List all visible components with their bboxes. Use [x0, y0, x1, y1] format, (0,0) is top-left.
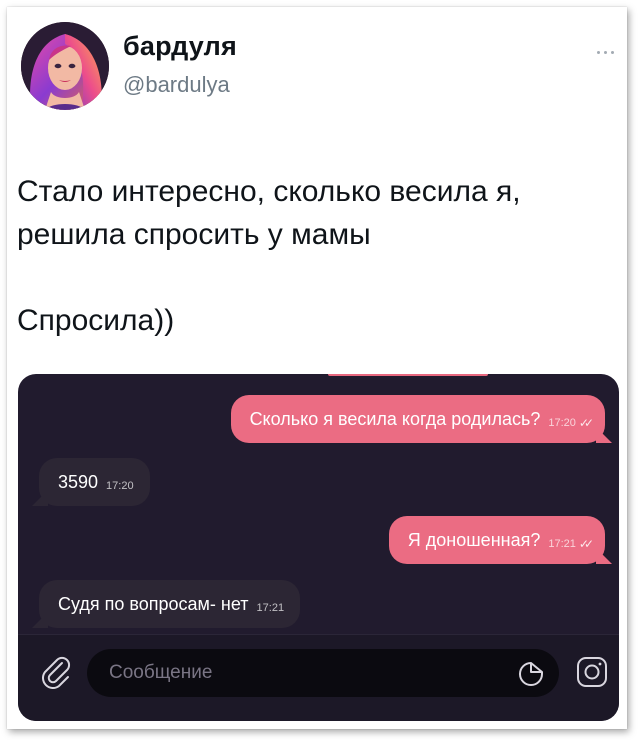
message-time: 17:20	[548, 417, 576, 429]
more-options-icon[interactable]	[591, 45, 619, 59]
tweet-line: Стало интересно, сколько весила я,	[17, 175, 521, 208]
tweet-text: Стало интересно, сколько весила я, решил…	[17, 170, 617, 342]
camera-icon[interactable]	[575, 655, 609, 689]
double-check-icon: ✓✓	[578, 537, 594, 551]
message-bubble-incoming[interactable]: Судя по вопросам- нет 17:21	[39, 580, 301, 628]
message-bubble-incoming[interactable]: 3590 17:20	[39, 458, 150, 506]
chat-screenshot: Сколько я весила когда родилась? 17:20 ✓…	[18, 374, 619, 721]
message-text: Сколько я весила когда родилась?	[249, 408, 541, 429]
message-time: 17:21	[548, 538, 576, 550]
avatar-illustration	[21, 22, 109, 110]
message-text: Судя по вопросам- нет	[58, 593, 249, 614]
message-input[interactable]	[87, 649, 559, 697]
tweet-line: Спросила))	[17, 304, 175, 337]
avatar[interactable]	[21, 22, 109, 110]
tweet-line: решила спросить у мамы	[17, 218, 371, 251]
sticker-icon[interactable]	[518, 661, 544, 687]
message-text: Я доношенная?	[407, 529, 541, 550]
message-text: 3590	[58, 471, 99, 492]
message-time: 17:20	[106, 480, 134, 492]
message-time: 17:21	[256, 602, 285, 614]
message-bubble-outgoing[interactable]: Сколько я весила когда родилась? 17:20 ✓…	[230, 395, 605, 443]
message-bubble-outgoing[interactable]: Я доношенная? 17:21 ✓✓	[388, 516, 605, 564]
paperclip-icon[interactable]	[36, 651, 76, 691]
tweet-card: бардуля @bardulya Стало интересно, сколь…	[7, 7, 627, 729]
double-check-icon: ✓✓	[578, 416, 594, 430]
message-input-bar	[18, 634, 619, 721]
author-handle[interactable]: @bardulya	[123, 72, 230, 98]
author-name[interactable]: бардуля	[123, 31, 237, 62]
previous-message-edge	[328, 374, 488, 376]
